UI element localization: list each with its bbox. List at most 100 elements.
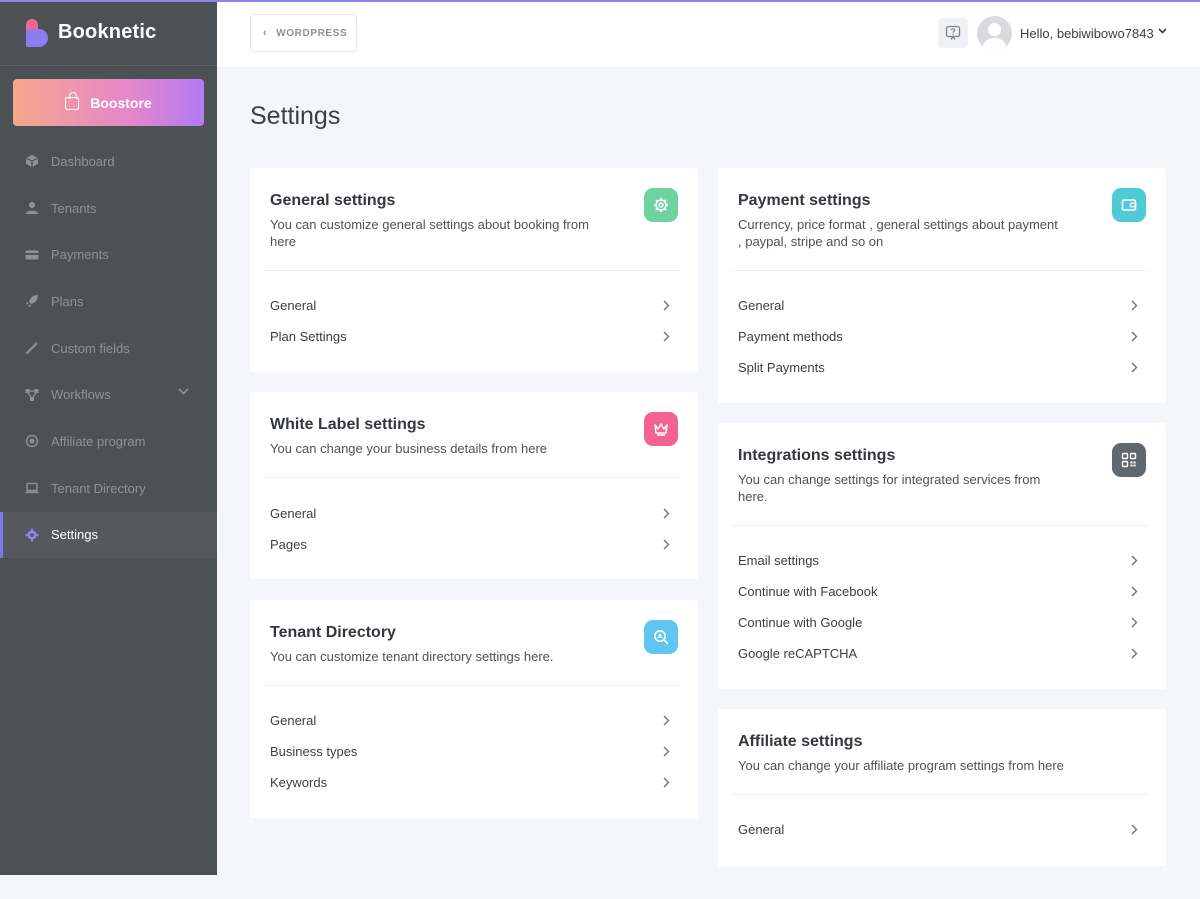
payment-link-payment-methods[interactable]: Payment methods: [718, 321, 1166, 352]
card-divider: [264, 270, 680, 271]
chevron-right-icon: [663, 539, 670, 550]
link-label: Continue with Google: [738, 615, 863, 630]
tenant-directory-card: Tenant Directory You can customize tenan…: [250, 600, 698, 818]
card-title: Tenant Directory: [270, 624, 396, 641]
back-to-wordpress-label: WORDPRESS: [276, 27, 348, 39]
card-description: You can customize general settings about…: [270, 217, 589, 249]
card-divider: [732, 794, 1148, 795]
link-label: Payment methods: [738, 329, 843, 344]
card-divider: [732, 525, 1148, 526]
integrations-link-recaptcha[interactable]: Google reCAPTCHA: [718, 638, 1166, 669]
sidebar-item-label: Affiliate program: [51, 433, 146, 449]
chevron-down-icon[interactable]: [1158, 28, 1167, 34]
link-label: Google reCAPTCHA: [738, 646, 858, 661]
sidebar-item-label: Custom fields: [51, 340, 130, 356]
back-to-wordpress-button[interactable]: ‹ WORDPRESS: [250, 14, 357, 52]
card-divider: [264, 477, 680, 478]
sidebar: Booknetic Boostore Dashboard Tenants Pay…: [0, 0, 217, 875]
affiliate-link-general[interactable]: General: [718, 814, 1166, 845]
payment-link-split-payments[interactable]: Split Payments: [718, 352, 1166, 383]
card-description: Currency, price format , general setting…: [738, 217, 1058, 249]
sidebar-item-payments[interactable]: Payments: [0, 231, 217, 278]
link-label: General: [270, 506, 317, 521]
gear-icon: [644, 188, 678, 222]
sidebar-item-workflows[interactable]: Workflows: [0, 371, 217, 418]
chevron-right-icon: [1131, 824, 1138, 835]
gear-icon: [25, 528, 39, 542]
chevron-right-icon: [1131, 331, 1138, 342]
credit-card-icon: [25, 248, 39, 262]
integrations-link-email-settings[interactable]: Email settings: [718, 545, 1166, 576]
tenant-directory-link-keywords[interactable]: Keywords: [250, 767, 698, 798]
sidebar-item-custom-fields[interactable]: Custom fields: [0, 325, 217, 372]
boostore-label: Boostore: [90, 94, 152, 111]
card-title: White Label settings: [270, 416, 426, 433]
sidebar-item-tenant-directory[interactable]: Tenant Directory: [0, 465, 217, 512]
chevron-right-icon: [663, 508, 670, 519]
white-label-settings-card: White Label settings You can change your…: [250, 392, 698, 579]
general-settings-card: General settings You can customize gener…: [250, 168, 698, 372]
white-label-link-general[interactable]: General: [250, 498, 698, 529]
card-title: Affiliate settings: [738, 733, 863, 750]
chevron-right-icon: [1131, 300, 1138, 311]
link-label: Plan Settings: [270, 329, 347, 344]
card-title: Integrations settings: [738, 447, 896, 464]
user-avatar[interactable]: [977, 16, 1012, 51]
integrations-link-facebook[interactable]: Continue with Facebook: [718, 576, 1166, 607]
card-description: You can change settings for integrated s…: [738, 472, 1041, 504]
crown-icon: [644, 412, 678, 446]
chevron-right-icon: [663, 331, 670, 342]
card-link-list: Email settings Continue with Facebook Co…: [718, 545, 1166, 669]
user-greeting[interactable]: Hello, bebiwibowo7843: [1020, 26, 1154, 41]
payment-link-general[interactable]: General: [718, 290, 1166, 321]
integrations-link-google[interactable]: Continue with Google: [718, 607, 1166, 638]
chevron-right-icon: [1131, 362, 1138, 373]
general-settings-link-general[interactable]: General: [250, 290, 698, 321]
card-title: Payment settings: [738, 192, 871, 209]
chevron-right-icon: [663, 715, 670, 726]
link-label: Split Payments: [738, 360, 825, 375]
sidebar-item-label: Dashboard: [51, 153, 115, 169]
card-link-list: General Plan Settings: [250, 290, 698, 352]
tenant-directory-link-business-types[interactable]: Business types: [250, 736, 698, 767]
link-label: Business types: [270, 744, 358, 759]
sidebar-item-tenants[interactable]: Tenants: [0, 185, 217, 232]
target-icon: [25, 434, 39, 448]
chevron-right-icon: [1131, 617, 1138, 628]
white-label-link-pages[interactable]: Pages: [250, 529, 698, 560]
top-accent-line: [0, 0, 1200, 2]
brand-logo[interactable]: Booknetic: [0, 0, 217, 66]
shopping-bag-icon: [65, 92, 80, 110]
sidebar-item-affiliate-program[interactable]: Affiliate program: [0, 418, 217, 465]
page-title: Settings: [250, 102, 341, 130]
card-divider: [264, 685, 680, 686]
tenant-directory-link-general[interactable]: General: [250, 705, 698, 736]
boostore-button[interactable]: Boostore: [13, 79, 204, 126]
sidebar-item-dashboard[interactable]: Dashboard: [0, 138, 217, 185]
sidebar-item-settings[interactable]: Settings: [0, 511, 217, 559]
link-label: General: [738, 298, 785, 313]
booknetic-logo-icon: [26, 18, 48, 47]
user-icon: [25, 201, 39, 215]
chevron-right-icon: [1131, 586, 1138, 597]
integrations-settings-card: Integrations settings You can change set…: [718, 423, 1166, 689]
card-link-list: General Payment methods Split Payments: [718, 290, 1166, 383]
sidebar-item-plans[interactable]: Plans: [0, 278, 217, 325]
help-button[interactable]: [938, 18, 968, 48]
link-label: Pages: [270, 537, 307, 552]
link-label: Email settings: [738, 553, 819, 568]
general-settings-link-plan-settings[interactable]: Plan Settings: [250, 321, 698, 352]
chevron-down-icon[interactable]: [178, 388, 189, 396]
chevron-right-icon: [663, 746, 670, 757]
sidebar-item-label: Workflows: [51, 387, 111, 403]
chevron-right-icon: [1131, 648, 1138, 659]
link-label: Keywords: [270, 775, 328, 790]
sidebar-item-label: Payments: [51, 247, 109, 263]
help-question-icon: [945, 25, 961, 40]
link-label: Continue with Facebook: [738, 584, 878, 599]
chevron-right-icon: [663, 300, 670, 311]
cube-icon: [25, 154, 39, 168]
card-link-list: General Business types Keywords: [250, 705, 698, 798]
sidebar-item-label: Tenants: [51, 200, 97, 216]
payment-settings-card: Payment settings Currency, price format …: [718, 168, 1166, 403]
